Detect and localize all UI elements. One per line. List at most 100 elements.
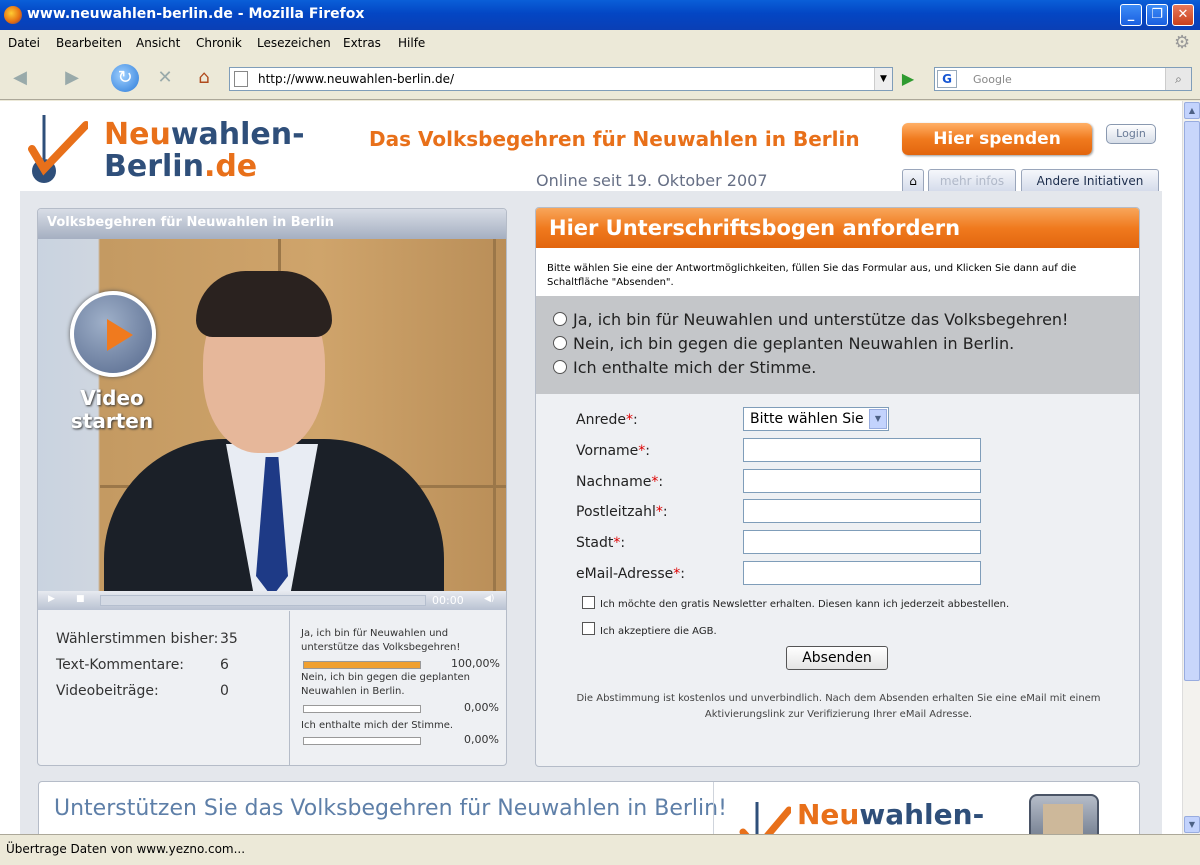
menu-datei[interactable]: Datei [8, 36, 40, 50]
maximize-button[interactable]: ❐ [1146, 4, 1168, 26]
url-bar[interactable]: http://www.neuwahlen-berlin.de/ ▼ [229, 67, 893, 91]
google-engine-icon[interactable]: G [937, 70, 957, 88]
nachname-label: Nachname*: [576, 474, 663, 490]
menu-ansicht[interactable]: Ansicht [136, 36, 180, 50]
plz-input[interactable] [743, 499, 981, 523]
label-colon: : [680, 566, 685, 582]
tab-home-icon[interactable]: ⌂ [902, 169, 924, 191]
stat-row: Videobeiträge: 0 [56, 683, 246, 703]
video-progress-bar[interactable] [100, 595, 426, 606]
required-mark: * [655, 504, 663, 520]
back-arrow-icon[interactable]: ◀ [6, 64, 34, 92]
result-percent: 0,00% [464, 701, 499, 714]
scroll-down-icon[interactable]: ▼ [1184, 816, 1200, 833]
logo-de: .de [203, 149, 258, 184]
anrede-select[interactable]: Bitte wählen Sie ▼ [743, 407, 889, 431]
site-logo[interactable]: Neuwahlen- Berlin.de [104, 119, 305, 183]
label-colon: : [662, 504, 668, 520]
vorname-label: Vorname*: [576, 443, 650, 459]
video-player[interactable]: Video starten [38, 239, 506, 591]
page-scrollbar[interactable]: ▲ ▼ [1182, 101, 1200, 834]
result-text: Nein, ich bin gegen die geplanten Neuwah… [301, 672, 471, 697]
scroll-up-icon[interactable]: ▲ [1184, 102, 1200, 119]
stat-row: Wählerstimmen bisher: 35 [56, 631, 246, 651]
newsletter-checkbox[interactable] [582, 596, 595, 609]
plz-label: Postleitzahl*: [576, 504, 668, 520]
video-play-icon[interactable]: ▶ [48, 594, 55, 604]
home-icon[interactable]: ⌂ [190, 64, 218, 92]
search-box[interactable]: G Google ⌕ [934, 67, 1192, 91]
url-dropdown-icon[interactable]: ▼ [874, 68, 892, 90]
email-input[interactable] [743, 561, 981, 585]
absenden-button[interactable]: Absenden [786, 646, 888, 670]
choice-label: Nein, ich bin gegen die geplanten Neuwah… [573, 334, 1015, 353]
menu-hilfe[interactable]: Hilfe [398, 36, 425, 50]
menu-bar: Datei Bearbeiten Ansicht Chronik Lesezei… [0, 30, 1200, 56]
cabinet-edge-right [493, 239, 496, 591]
firefox-icon [4, 6, 22, 24]
tab-andere-initiativen[interactable]: Andere Initiativen [1021, 169, 1159, 191]
page-icon [234, 71, 248, 87]
window-titlebar: www.neuwahlen-berlin.de - Mozilla Firefo… [0, 0, 1200, 30]
form-instructions: Bitte wählen Sie eine der Antwortmöglich… [536, 248, 1139, 296]
video-label-line1: Video [80, 386, 144, 410]
stadt-input[interactable] [743, 530, 981, 554]
nachname-input[interactable] [743, 469, 981, 493]
video-stop-icon[interactable]: ■ [76, 594, 85, 604]
menu-extras[interactable]: Extras [343, 36, 381, 50]
banner-text[interactable]: Unterstützen Sie das Volksbegehren für N… [54, 796, 727, 821]
video-controls: ▶ ■ 00:00 ◀) [38, 591, 506, 610]
logo-wahlen: wahlen- [170, 117, 305, 152]
banner-logo-wahlen: wahlen- [859, 798, 985, 831]
choice-label: Ja, ich bin für Neuwahlen und unterstütz… [573, 310, 1069, 329]
radio-nein[interactable] [553, 336, 567, 350]
label-colon: : [645, 443, 650, 459]
radio-ja[interactable] [553, 312, 567, 326]
anrede-selected-value: Bitte wählen Sie [750, 411, 864, 427]
minimize-button[interactable]: _ [1120, 4, 1142, 26]
result-bar [303, 661, 421, 669]
menu-lesezeichen[interactable]: Lesezeichen [257, 36, 331, 50]
login-button[interactable]: Login [1106, 124, 1156, 144]
stop-icon[interactable]: ✕ [151, 64, 179, 92]
logo-neu: Neu [104, 117, 171, 152]
menu-chronik[interactable]: Chronik [196, 36, 242, 50]
reload-icon[interactable]: ↻ [111, 64, 139, 92]
video-start-label[interactable]: Video starten [60, 387, 164, 433]
search-magnifier-icon[interactable]: ⌕ [1165, 68, 1191, 90]
required-mark: * [626, 412, 634, 428]
chevron-down-icon[interactable]: ▼ [869, 409, 887, 429]
banner-logo-check-icon [739, 802, 791, 834]
mobile-phone-image [1029, 794, 1099, 834]
close-button[interactable]: ✕ [1172, 4, 1194, 26]
choice-enthaltung[interactable]: Ich enthalte mich der Stimme. [553, 358, 816, 378]
label-text: Stadt [576, 535, 614, 551]
radio-enthaltung[interactable] [553, 360, 567, 374]
choice-nein[interactable]: Nein, ich bin gegen die geplanten Neuwah… [553, 334, 1014, 354]
url-text: http://www.neuwahlen-berlin.de/ [258, 72, 455, 86]
donate-button[interactable]: Hier spenden [902, 123, 1092, 155]
page-viewport: Neuwahlen- Berlin.de Das Volksbegehren f… [0, 101, 1182, 834]
volume-icon[interactable]: ◀) [484, 594, 494, 604]
stat-value: 35 [220, 631, 238, 647]
go-arrow-icon[interactable]: ▶ [897, 68, 919, 90]
play-icon[interactable] [70, 291, 156, 377]
agb-checkbox[interactable] [582, 622, 595, 635]
online-since: Online seit 19. Oktober 2007 [536, 171, 768, 190]
scroll-thumb[interactable] [1184, 121, 1200, 681]
result-bar [303, 705, 421, 713]
tab-mehr-infos[interactable]: mehr infos [928, 169, 1016, 191]
banner-logo-neu: Neu [797, 798, 860, 831]
menu-bearbeiten[interactable]: Bearbeiten [56, 36, 122, 50]
result-text: Ja, ich bin für Neuwahlen und unterstütz… [301, 628, 461, 653]
video-label-line2: starten [70, 409, 154, 433]
forward-arrow-icon[interactable]: ▶ [58, 64, 86, 92]
stadt-label: Stadt*: [576, 535, 625, 551]
result-bar [303, 737, 421, 745]
banner-logo[interactable]: Neuwahlen- [797, 798, 984, 831]
status-text: Übertrage Daten von www.yezno.com... [6, 842, 246, 856]
choice-ja[interactable]: Ja, ich bin für Neuwahlen und unterstütz… [553, 310, 1068, 330]
anrede-label: Anrede*: [576, 412, 638, 428]
agb-label: Ich akzeptiere die AGB. [600, 626, 717, 637]
vorname-input[interactable] [743, 438, 981, 462]
